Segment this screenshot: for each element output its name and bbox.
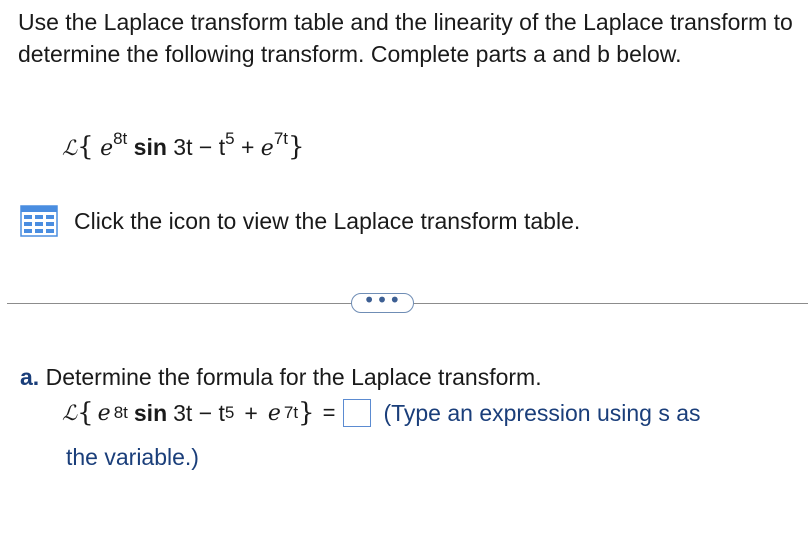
answer-input[interactable] <box>343 399 372 427</box>
answer-row: ℒ{ e 8t sin 3t − t5 + e 7t} = (Type an exp… <box>62 398 701 428</box>
part-a-letter: a. <box>20 364 40 390</box>
laplace-expression: ℒ{ e8t sin 3t − t5 + e7t} <box>62 129 305 162</box>
power-5: 5 <box>225 129 235 148</box>
exp-base: e <box>267 400 281 426</box>
equals-sign: = <box>322 400 336 425</box>
more-dots-icon: ••• <box>363 288 402 312</box>
laplace-operator: ℒ <box>62 401 78 425</box>
exponent-8t: 8t <box>113 129 128 148</box>
sin-argument: 3t − t <box>173 134 226 160</box>
table-link-text[interactable]: Click the icon to view the Laplace trans… <box>74 208 580 235</box>
open-brace: { <box>77 132 94 162</box>
table-grid-icon[interactable] <box>20 205 58 237</box>
answer-hint-continued: the variable.) <box>66 444 199 470</box>
sin-argument: 3t − t <box>173 399 225 426</box>
part-a-text: Determine the formula for the Laplace tr… <box>45 364 542 390</box>
exp-base: e <box>97 400 111 426</box>
expand-more-button[interactable]: ••• <box>351 288 414 313</box>
exp-base: e <box>100 136 114 161</box>
plus-sign: + <box>240 134 255 160</box>
open-brace: { <box>77 398 94 428</box>
close-brace: } <box>298 398 315 428</box>
question-intro: Use the Laplace transform table and the … <box>18 9 793 67</box>
close-brace: } <box>288 132 305 162</box>
laplace-table-link[interactable]: Click the icon to view the Laplace trans… <box>20 204 580 238</box>
part-a-prompt: a. Determine the formula for the Laplace… <box>20 364 542 391</box>
sin-function: sin <box>133 134 167 160</box>
plus-sign: + <box>244 399 258 426</box>
answer-hint: (Type an expression using s as <box>383 399 701 426</box>
laplace-operator: ℒ <box>62 136 78 160</box>
sin-function: sin <box>133 399 168 426</box>
exp-base: e <box>260 136 274 161</box>
exponent-7t: 7t <box>273 129 288 148</box>
